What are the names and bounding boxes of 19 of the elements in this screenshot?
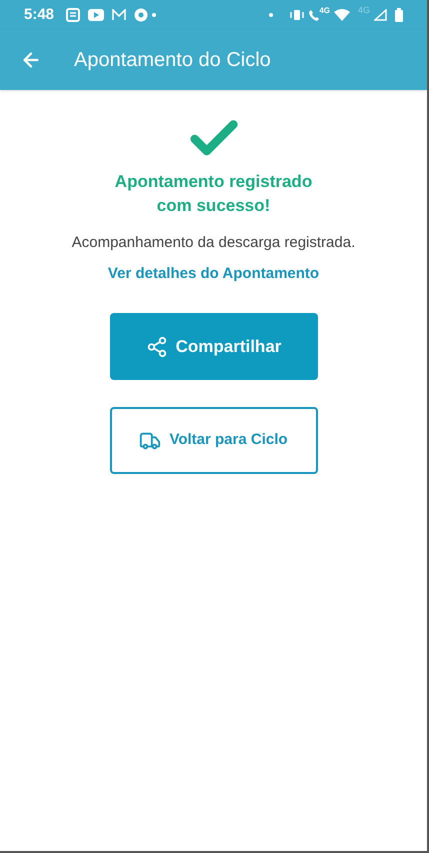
status-time: 5:48	[24, 4, 54, 25]
network-label: 4G	[319, 5, 330, 17]
news-icon	[66, 8, 80, 22]
phone-icon	[309, 9, 320, 21]
network-label: 4G	[358, 4, 370, 18]
share-icon	[146, 336, 168, 358]
success-title: Apontamento registrado com sucesso!	[114, 171, 314, 217]
details-link[interactable]: Ver detalhes do Apontamento	[108, 262, 320, 285]
screen-title: Apontamento do Ciclo	[74, 48, 271, 73]
success-message: Acompanhamento da descarga registrada.	[72, 233, 356, 253]
signal-icon	[374, 9, 387, 21]
mail-icon	[112, 9, 126, 21]
battery-icon	[395, 8, 403, 22]
wifi-icon	[334, 9, 350, 21]
video-icon	[88, 9, 104, 21]
back-to-cycle-button[interactable]: Voltar para Ciclo	[110, 407, 318, 474]
vibrate-icon	[289, 9, 306, 21]
browser-icon	[134, 8, 148, 22]
share-button[interactable]: Compartilhar	[110, 313, 318, 380]
